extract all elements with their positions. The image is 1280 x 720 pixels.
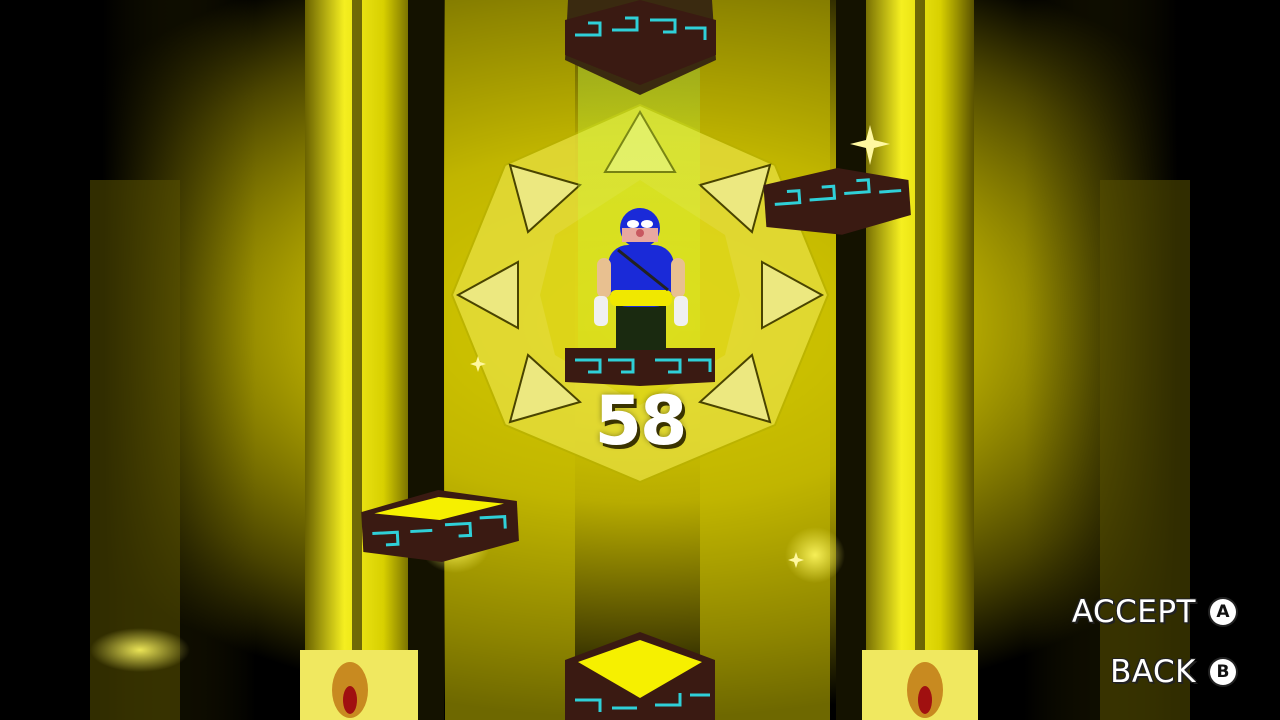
accept-label: ACCEPT — [1071, 594, 1196, 630]
back-label: BACK — [1110, 654, 1196, 690]
back-prompt[interactable]: BACK B — [1110, 652, 1236, 692]
level-number: 58 — [594, 382, 688, 461]
accept-prompt[interactable]: ACCEPT A — [1072, 592, 1236, 632]
right-pillar — [836, 0, 978, 720]
a-button-icon[interactable]: A — [1210, 599, 1236, 625]
platform-center — [565, 348, 715, 386]
b-button-icon[interactable]: B — [1210, 659, 1236, 685]
left-pillar — [300, 0, 444, 720]
